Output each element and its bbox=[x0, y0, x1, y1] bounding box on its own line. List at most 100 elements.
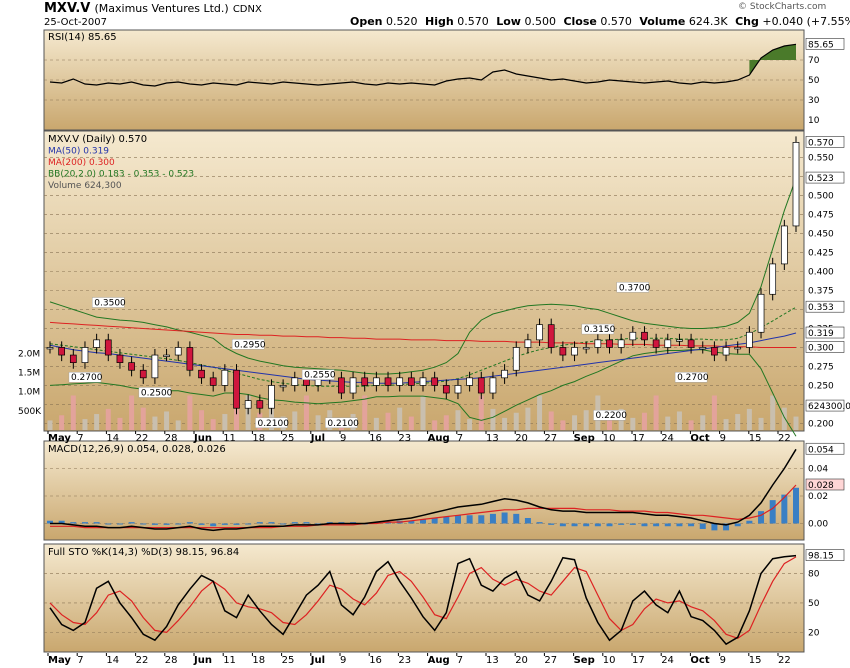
candle-body bbox=[279, 385, 287, 388]
sto-last-value: 98.15 bbox=[808, 552, 834, 562]
macd-histogram-bar bbox=[303, 522, 310, 524]
x-axis-label-lower: 24 bbox=[661, 655, 674, 666]
macd-histogram-bar bbox=[524, 518, 531, 524]
candle-body bbox=[384, 377, 392, 386]
x-axis-label-lower: Oct bbox=[690, 655, 709, 666]
volume-bar bbox=[735, 414, 741, 430]
candle-body bbox=[641, 331, 648, 341]
price-annotation: 0.2500 bbox=[141, 388, 173, 398]
candle-body bbox=[746, 331, 753, 348]
price-last-tag: 0.319 bbox=[808, 329, 834, 339]
volume-bar bbox=[548, 411, 554, 430]
x-axis-label-lower: May bbox=[48, 655, 71, 666]
price-tick-label: 0.425 bbox=[808, 249, 834, 259]
candle-body bbox=[664, 339, 672, 348]
volume-bar bbox=[105, 408, 111, 430]
price-tick-label: 0.475 bbox=[808, 211, 834, 221]
macd-tick-label: 0.04 bbox=[808, 465, 828, 475]
volume-bar bbox=[688, 420, 694, 430]
candle-body bbox=[396, 377, 404, 386]
macd-histogram-bar bbox=[105, 523, 112, 525]
rsi-title: RSI(14) 85.65 bbox=[48, 32, 117, 43]
x-axis-label-lower: 23 bbox=[398, 655, 411, 666]
macd-histogram-bar bbox=[478, 515, 485, 524]
volume-bar bbox=[723, 419, 729, 430]
price-panel: 0.5500.5250.5000.4750.4500.4250.4000.375… bbox=[18, 130, 850, 437]
macd-histogram-bar bbox=[734, 523, 741, 527]
volume-bar bbox=[781, 407, 787, 430]
rsi-last-value: 85.65 bbox=[808, 40, 834, 50]
volume-bar bbox=[164, 411, 170, 430]
volume-bar bbox=[397, 407, 403, 430]
volume-bar bbox=[210, 419, 216, 430]
candle-body bbox=[524, 339, 532, 348]
volume-bar bbox=[94, 414, 100, 430]
price-annotation: 0.2100 bbox=[327, 419, 359, 429]
macd-histogram-bar bbox=[245, 523, 252, 525]
macd-histogram-bar bbox=[594, 523, 601, 527]
candle-body bbox=[58, 347, 66, 356]
macd-histogram-bar bbox=[175, 523, 182, 525]
candle-body bbox=[454, 385, 462, 394]
candle-body bbox=[442, 385, 450, 394]
price-tick-label: 0.200 bbox=[808, 419, 834, 429]
candle-body bbox=[571, 347, 578, 356]
candle-body bbox=[606, 339, 613, 348]
macd-histogram-bar bbox=[769, 500, 776, 524]
macd-histogram-bar bbox=[793, 487, 799, 524]
candle-body bbox=[116, 354, 124, 363]
volume-bar bbox=[525, 407, 531, 430]
macd-histogram-bar bbox=[70, 522, 77, 524]
candle-body bbox=[151, 354, 159, 379]
macd-histogram-bar bbox=[711, 523, 718, 531]
candle-body bbox=[734, 347, 742, 350]
price-last-tag: 0.300 bbox=[808, 343, 834, 353]
x-axis-label-lower: 27 bbox=[544, 655, 557, 666]
volume-bar bbox=[47, 420, 53, 430]
candle-body bbox=[373, 377, 380, 386]
candle-body bbox=[780, 225, 788, 265]
x-axis-label-upper: 24 bbox=[661, 433, 674, 444]
sto-tick-label: 80 bbox=[808, 569, 820, 579]
candle-body bbox=[617, 339, 625, 348]
price-annotation: 0.3700 bbox=[619, 283, 651, 293]
candle-body bbox=[407, 377, 415, 386]
volume-tick-label: 2.0M bbox=[18, 349, 40, 359]
volume-bar bbox=[572, 415, 578, 430]
price-tick-label: 0.500 bbox=[808, 192, 834, 202]
macd-histogram-bar bbox=[559, 523, 566, 527]
macd-histogram-bar bbox=[653, 523, 660, 527]
candle-body bbox=[174, 347, 182, 356]
macd-histogram-bar bbox=[536, 522, 543, 524]
macd-histogram-bar bbox=[758, 511, 765, 524]
x-axis-label-upper: 10 bbox=[603, 433, 616, 444]
macd-histogram-bar bbox=[291, 522, 298, 524]
volume-bar bbox=[537, 395, 543, 430]
x-axis-label-lower: Aug bbox=[428, 655, 450, 666]
x-axis-label-lower: 14 bbox=[106, 655, 119, 666]
macd-histogram-bar bbox=[233, 523, 240, 525]
candle-body bbox=[338, 377, 345, 394]
x-axis-label-lower: 13 bbox=[486, 655, 499, 666]
macd-histogram-bar bbox=[513, 513, 520, 524]
rsi-tick-label: 10 bbox=[808, 116, 820, 126]
volume-bar bbox=[59, 415, 65, 430]
macd-histogram-bar bbox=[210, 523, 217, 527]
candle-body bbox=[256, 400, 264, 409]
volume-last-tag: 624300.0 bbox=[808, 402, 850, 412]
volume-bar bbox=[292, 411, 298, 430]
volume-bar bbox=[432, 420, 438, 430]
volume-bar bbox=[502, 417, 508, 430]
candle-body bbox=[291, 377, 299, 386]
x-axis-label-lower: 7 bbox=[77, 655, 83, 666]
volume-bar bbox=[175, 420, 181, 430]
volume-bar bbox=[373, 417, 379, 430]
volume-bar bbox=[793, 416, 799, 430]
volume-bar bbox=[513, 412, 519, 430]
volume-bar bbox=[630, 417, 636, 430]
candle-body bbox=[361, 377, 369, 386]
volume-bar bbox=[199, 410, 205, 430]
volume-bar bbox=[758, 417, 764, 430]
x-axis-label-upper: 17 bbox=[632, 433, 645, 444]
price-last-tag: 0.570 bbox=[808, 138, 834, 148]
